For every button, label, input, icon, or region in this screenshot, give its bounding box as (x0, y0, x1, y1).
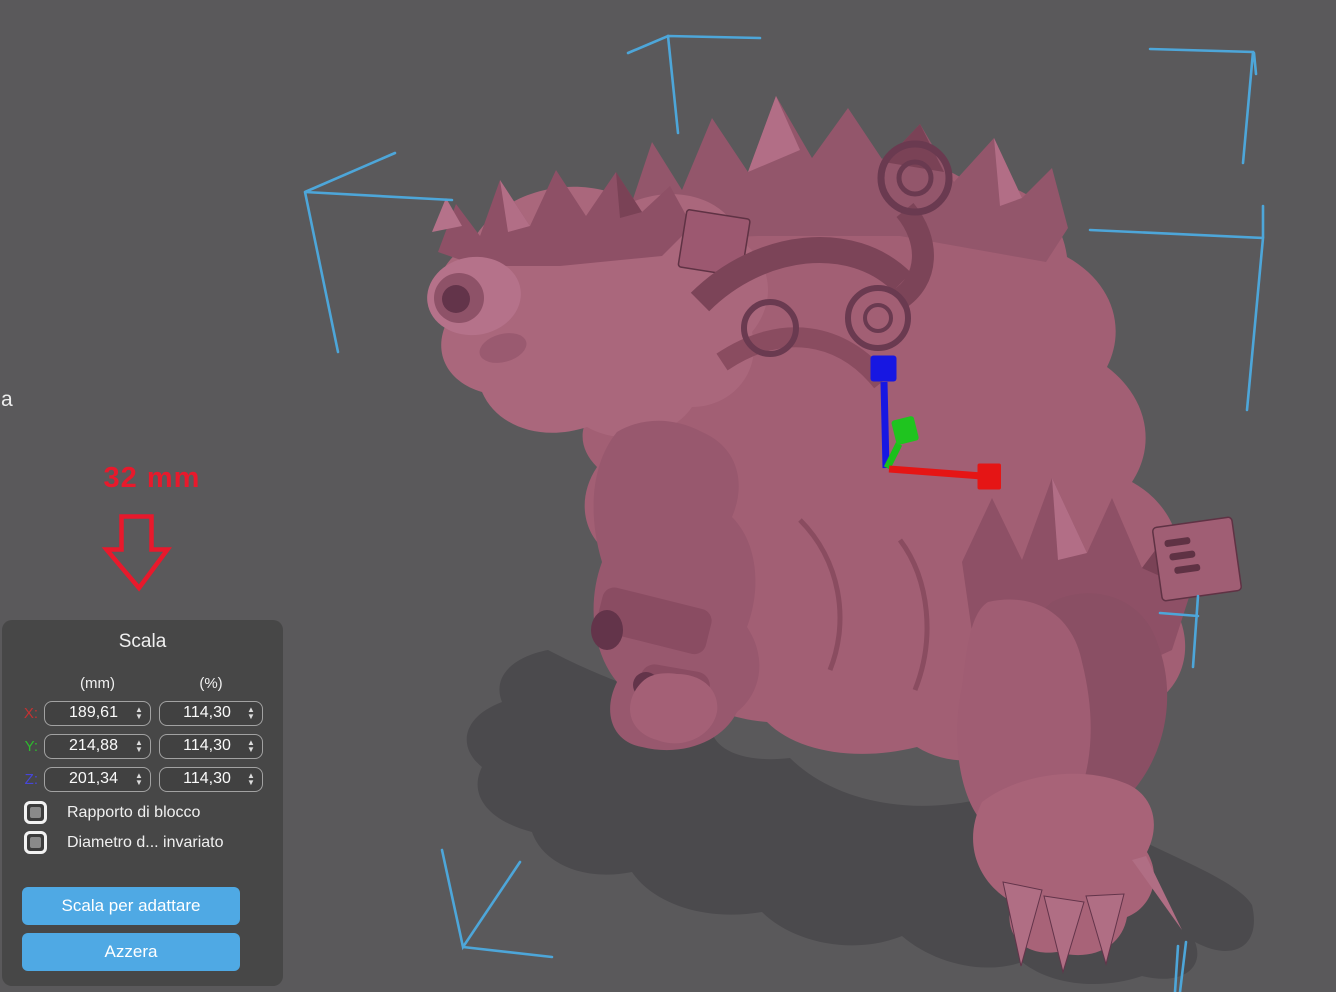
clipped-edge-text: a (1, 388, 13, 412)
spinner-down-icon[interactable]: ▼ (135, 746, 143, 753)
x-pct-input[interactable] (160, 704, 244, 722)
column-headers: (mm) (%) (2, 675, 283, 692)
spinner-down-icon[interactable]: ▼ (247, 779, 255, 786)
annotation-arrow-icon (107, 517, 168, 589)
diameter-invariant-checkbox[interactable] (24, 831, 47, 854)
spinner-down-icon[interactable]: ▼ (135, 779, 143, 786)
spinner-down-icon[interactable]: ▼ (247, 746, 255, 753)
axis-row-x: X: ▲ ▼ ▲ ▼ (2, 700, 283, 726)
spinner-down-icon[interactable]: ▼ (247, 713, 255, 720)
y-mm-field[interactable]: ▲ ▼ (44, 734, 151, 759)
gizmo-x-handle[interactable] (978, 464, 1002, 490)
z-pct-field[interactable]: ▲ ▼ (159, 767, 263, 792)
scale-panel: Scala (mm) (%) X: ▲ ▼ ▲ ▼ (2, 620, 283, 986)
selection-bracket-bottom (442, 850, 552, 957)
z-pct-spinner[interactable]: ▲ ▼ (244, 772, 258, 786)
y-mm-input[interactable] (45, 737, 132, 755)
diameter-invariant-label: Diametro d... invariato (67, 834, 224, 852)
selection-bracket-left (305, 153, 452, 352)
lock-ratio-row: Rapporto di blocco (24, 801, 200, 824)
selection-bracket-top-right (1150, 49, 1256, 163)
diameter-invariant-row: Diametro d... invariato (24, 831, 224, 854)
panel-title: Scala (2, 620, 283, 653)
reset-button[interactable]: Azzera (22, 933, 240, 971)
slicer-window: a 32 mm Scala (mm) (%) X: ▲ ▼ ▲ (0, 0, 1336, 992)
y-pct-spinner[interactable]: ▲ ▼ (244, 739, 258, 753)
z-mm-field[interactable]: ▲ ▼ (44, 767, 151, 792)
spinner-down-icon[interactable]: ▼ (135, 713, 143, 720)
scale-annotation-label: 32 mm (96, 462, 208, 495)
y-mm-spinner[interactable]: ▲ ▼ (132, 739, 146, 753)
gizmo-z-handle[interactable] (871, 356, 897, 382)
x-mm-field[interactable]: ▲ ▼ (44, 701, 151, 726)
z-mm-input[interactable] (45, 770, 132, 788)
y-pct-field[interactable]: ▲ ▼ (159, 734, 263, 759)
z-mm-spinner[interactable]: ▲ ▼ (132, 772, 146, 786)
axis-label-x: X: (2, 705, 42, 722)
column-header-pct: (%) (159, 675, 263, 692)
x-mm-input[interactable] (45, 704, 132, 722)
x-mm-spinner[interactable]: ▲ ▼ (132, 706, 146, 720)
lock-ratio-label: Rapporto di blocco (67, 804, 200, 822)
axis-row-z: Z: ▲ ▼ ▲ ▼ (2, 766, 283, 792)
axis-label-y: Y: (2, 738, 42, 755)
lock-ratio-checkbox[interactable] (24, 801, 47, 824)
column-header-mm: (mm) (44, 675, 151, 692)
selection-bracket-top (628, 36, 760, 133)
scale-to-fit-button[interactable]: Scala per adattare (22, 887, 240, 925)
checkbox-inner (30, 837, 41, 848)
z-pct-input[interactable] (160, 770, 244, 788)
checkbox-inner (30, 807, 41, 818)
axis-label-z: Z: (2, 771, 42, 788)
x-pct-field[interactable]: ▲ ▼ (159, 701, 263, 726)
axis-row-y: Y: ▲ ▼ ▲ ▼ (2, 733, 283, 759)
x-pct-spinner[interactable]: ▲ ▼ (244, 706, 258, 720)
y-pct-input[interactable] (160, 737, 244, 755)
